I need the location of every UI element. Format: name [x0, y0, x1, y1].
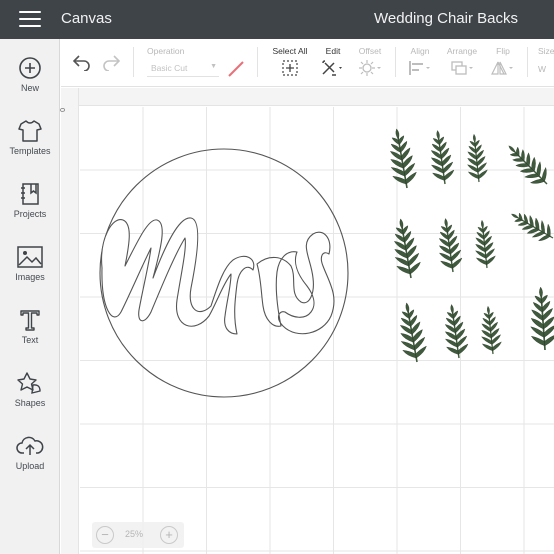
- design-canvas[interactable]: 0: [58, 88, 554, 554]
- text-t-icon: [20, 310, 40, 331]
- flip-icon: [491, 61, 513, 75]
- operation-group: Operation: [147, 46, 184, 56]
- sidebar-item-label: Images: [15, 272, 45, 282]
- sidebar-item-label: Upload: [15, 461, 45, 471]
- arrange-group[interactable]: Arrange: [442, 46, 482, 77]
- toolbar-divider: [527, 47, 528, 77]
- toolbar-divider: [395, 47, 396, 77]
- offset-group[interactable]: Offset: [353, 46, 387, 77]
- sidebar-item-shapes[interactable]: Shapes: [0, 371, 60, 431]
- sidebar-item-images[interactable]: Images: [0, 245, 60, 305]
- size-group[interactable]: Size W: [538, 46, 554, 74]
- sidebar-item-new[interactable]: New: [0, 56, 60, 116]
- flip-group[interactable]: Flip: [489, 46, 517, 77]
- sidebar-item-label: Shapes: [14, 398, 46, 408]
- top-bar: Canvas Wedding Chair Backs: [0, 0, 554, 39]
- redo-icon[interactable]: [101, 53, 121, 71]
- shirt-icon: [18, 120, 42, 142]
- edit-label: Edit: [325, 46, 341, 56]
- toolbar-divider: [257, 47, 258, 77]
- sidebar-item-projects[interactable]: Projects: [0, 182, 60, 242]
- size-w-label: W: [538, 64, 547, 74]
- shapes-icon: [17, 372, 41, 394]
- mrs-sign-outline[interactable]: [99, 148, 349, 398]
- select-all-label: Select All: [272, 46, 308, 56]
- align-group[interactable]: Align: [405, 46, 435, 77]
- offset-icon: [359, 60, 381, 76]
- sidebar-item-text[interactable]: Text: [0, 308, 60, 368]
- app-title: Canvas: [61, 10, 112, 27]
- flip-label: Flip: [496, 46, 510, 56]
- notebook-icon: [21, 183, 39, 205]
- canvas-artwork: [99, 126, 554, 398]
- zoom-out-button[interactable]: −: [96, 526, 114, 544]
- fern-images[interactable]: [383, 126, 554, 365]
- zoom-in-button[interactable]: +: [160, 526, 178, 544]
- align-label: Align: [410, 46, 430, 56]
- operation-value: Basic Cut: [151, 63, 188, 73]
- operation-select[interactable]: Basic Cut ▼: [147, 63, 219, 77]
- arrange-label: Arrange: [446, 46, 478, 56]
- operation-label: Operation: [147, 46, 185, 56]
- image-icon: [17, 246, 43, 268]
- offset-label: Offset: [358, 46, 382, 56]
- chevron-down-icon: ▼: [210, 63, 217, 70]
- project-name[interactable]: Wedding Chair Backs: [374, 10, 518, 27]
- sidebar-item-templates[interactable]: Templates: [0, 119, 60, 179]
- toolbar-divider: [133, 47, 134, 77]
- sidebar-item-label: New: [20, 83, 39, 93]
- plus-circle-icon: [19, 57, 41, 79]
- zoom-control: − 25% +: [92, 522, 184, 548]
- sidebar-item-upload[interactable]: Upload: [0, 434, 60, 494]
- sidebar-item-label: Templates: [9, 146, 51, 156]
- cut-color-swatch[interactable]: [227, 60, 245, 78]
- cloud-upload-icon: [16, 436, 44, 455]
- size-label: Size: [538, 46, 554, 56]
- edit-tools-icon: [322, 60, 342, 76]
- align-icon: [409, 61, 430, 75]
- select-all-group[interactable]: Select All: [269, 46, 311, 77]
- zoom-level: 25%: [125, 529, 144, 539]
- edit-toolbar: Operation Basic Cut ▼ Select All Edit Of…: [61, 39, 554, 87]
- edit-group[interactable]: Edit: [319, 46, 347, 77]
- sidebar-item-label: Text: [21, 335, 39, 345]
- arrange-icon: [451, 61, 473, 75]
- menu-icon[interactable]: [19, 11, 41, 28]
- left-sidebar: New Templates Projects Images Text Shape…: [0, 39, 60, 554]
- sidebar-item-label: Projects: [13, 209, 47, 219]
- select-all-icon: [282, 60, 298, 76]
- undo-icon[interactable]: [72, 53, 92, 71]
